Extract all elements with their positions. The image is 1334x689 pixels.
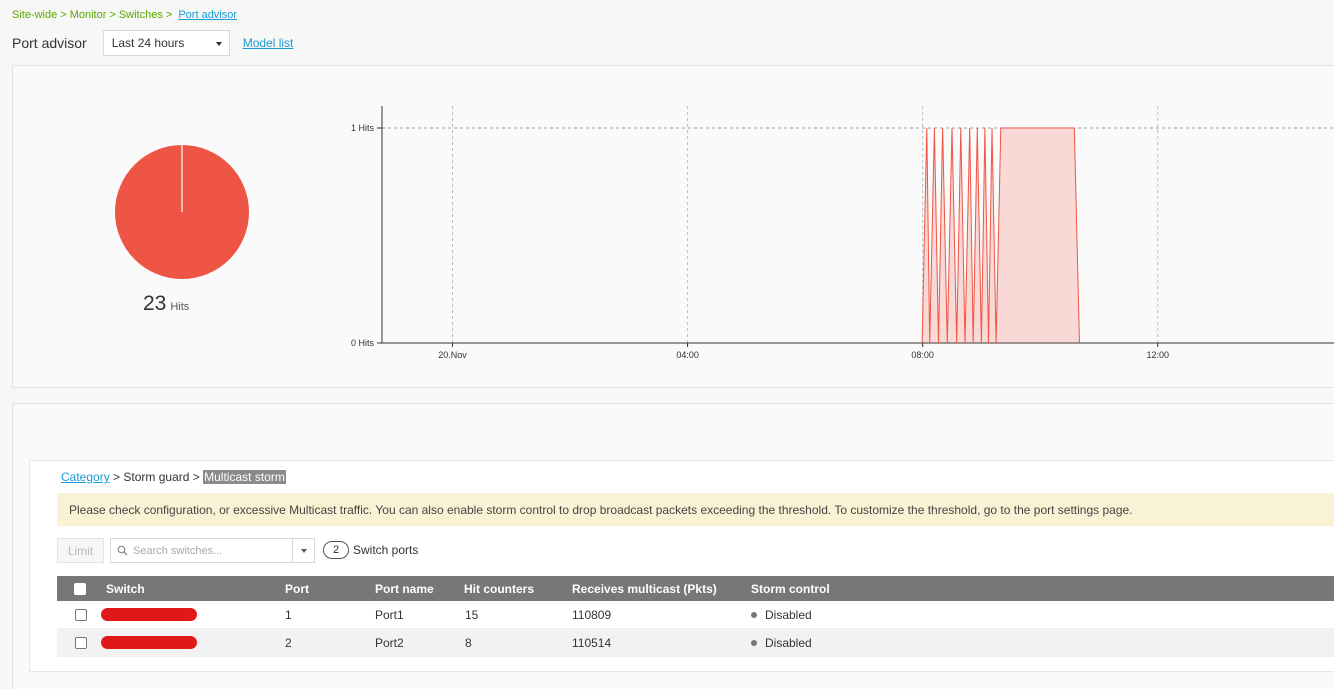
hits-timeline-chart: 1 Hits 0 Hits 20.Nov 04:00 08:00 12:00 [351,106,1334,360]
breadcrumb-port-advisor[interactable]: Port advisor [178,9,237,21]
breadcrumb-separator: > [165,9,173,21]
hit-counter-cell: 8 [465,635,472,650]
table-header: Switch Port Port name Hit counters Recei… [57,576,1334,601]
storm-control-cell: Disabled [751,601,812,628]
switch-name-redacted [101,601,197,628]
status-dot-icon [751,639,757,646]
storm-control-cell: Disabled [751,629,812,656]
port-name-cell: Port2 [375,635,404,650]
notice-text: Please check configuration, or excessive… [69,502,1133,517]
category-storm-guard: Storm guard [123,470,190,484]
breadcrumb-separator: > [60,9,67,21]
switch-port-count: 2 Switch ports [323,541,418,559]
category-separator: > [192,470,200,484]
row-checkbox[interactable] [75,608,87,621]
col-receives-multicast[interactable]: Receives multicast (Pkts) [572,576,717,601]
category-breadcrumb: Category > Storm guard > Multicast storm [61,470,286,484]
table-row[interactable]: 1 Port1 15 110809 Disabled [57,601,1334,629]
x-tick-label: 08:00 [911,350,934,360]
breadcrumb-switches[interactable]: Switches [119,9,163,21]
select-all-cell [74,576,86,601]
hit-counter-cell: 15 [465,607,479,622]
hits-total-label: Hits [170,301,190,313]
search-switches-box [110,538,315,563]
search-icon [111,545,133,556]
breadcrumb-site-wide[interactable]: Site-wide [12,9,57,21]
breadcrumb-separator: > [109,9,116,21]
breadcrumb: Site-wide > Monitor > Switches > Port advisor [12,9,237,21]
time-range-value: Last 24 hours [111,35,185,50]
col-hit-counters[interactable]: Hit counters [464,576,534,601]
breadcrumb-monitor[interactable]: Monitor [70,9,107,21]
time-range-select[interactable]: Last 24 hours [102,29,230,56]
row-checkbox[interactable] [75,636,87,649]
col-switch[interactable]: Switch [106,576,145,601]
x-tick-label: 20.Nov [438,350,467,360]
y-tick-label: 1 Hits [351,123,375,133]
limit-button[interactable]: Limit [57,538,104,563]
notice-banner: Please check configuration, or excessive… [57,493,1334,526]
page-title: Port advisor [12,34,87,51]
series-area [922,128,1080,343]
col-port-name[interactable]: Port name [375,576,434,601]
x-tick-label: 04:00 [676,350,699,360]
category-separator: > [113,470,121,484]
y-tick-label: 0 Hits [351,338,375,348]
select-all-checkbox[interactable] [74,582,86,595]
hits-total-value: 23 [143,292,167,315]
title-row: Port advisor Last 24 hours Model list [12,29,293,56]
col-storm-control[interactable]: Storm control [751,576,830,601]
category-current: Multicast storm [203,470,286,484]
row-checkbox-cell [75,629,87,656]
row-checkbox-cell [75,601,87,628]
hits-total: 23 Hits [143,292,189,316]
chevron-down-icon [215,41,222,46]
table-row[interactable]: 2 Port2 8 110514 Disabled [57,629,1334,657]
switch-name-redacted [101,629,197,656]
hits-pie-chart [115,145,249,279]
storm-control-status: Disabled [765,607,812,622]
search-dropdown-toggle[interactable] [292,539,314,562]
redaction-mark [101,636,197,649]
storm-control-status: Disabled [765,635,812,650]
port-name-cell: Port1 [375,607,404,622]
port-count-badge: 2 [323,541,349,559]
receives-cell: 110809 [572,607,612,622]
port-cell: 2 [285,635,292,650]
model-list-link[interactable]: Model list [243,36,294,50]
category-link[interactable]: Category [61,470,110,484]
redaction-mark [101,608,197,621]
status-dot-icon [751,611,757,618]
switch-ports-table: Switch Port Port name Hit counters Recei… [57,576,1334,657]
receives-cell: 110514 [572,635,612,650]
col-port[interactable]: Port [285,576,309,601]
port-count-label: Switch ports [353,543,419,557]
x-tick-label: 12:00 [1146,350,1169,360]
search-input[interactable] [133,544,283,557]
port-cell: 1 [285,607,292,622]
